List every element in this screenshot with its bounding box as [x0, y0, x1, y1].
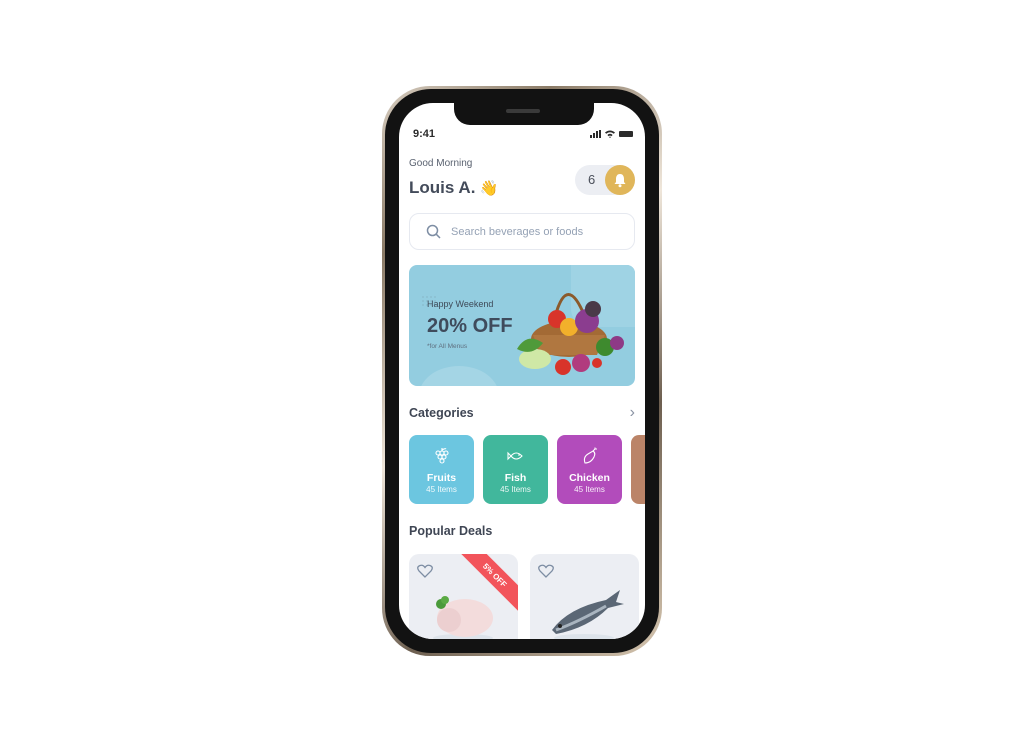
heart-icon[interactable] [417, 564, 433, 578]
category-name: Fish [504, 472, 527, 484]
battery-icon [619, 131, 633, 137]
notification-count: 6 [588, 172, 596, 187]
greeting-text: Good Morning [409, 158, 473, 169]
categories-list: Fruits 45 Items Fish 45 Items Chicken 45… [409, 435, 645, 504]
banner-title: 20% OFF [427, 315, 513, 337]
category-count: 45 Items [574, 485, 605, 494]
wifi-icon [605, 130, 615, 138]
speaker [506, 109, 540, 113]
user-name-text: Louis A. [409, 178, 476, 197]
grapes-icon [434, 446, 450, 466]
chicken-leg-icon [582, 446, 598, 466]
category-name: Chicken [569, 472, 610, 484]
status-time: 9:41 [413, 128, 436, 140]
banner-note: *for All Menus [427, 343, 468, 350]
category-partial[interactable] [631, 435, 645, 504]
wave-emoji: 👋 [479, 180, 499, 197]
app-screen: 9:41 Good Morning Louis A. 👋 6 Search be… [399, 103, 645, 639]
banner-subtitle: Happy Weekend [427, 299, 494, 309]
phone-bezel: 9:41 Good Morning Louis A. 👋 6 Search be… [385, 89, 659, 653]
phone-notch [454, 103, 594, 125]
search-input[interactable] [451, 225, 611, 238]
categories-title: Categories [409, 406, 474, 420]
category-chicken[interactable]: Chicken 45 Items [557, 435, 622, 504]
chicken-image [433, 596, 493, 639]
search-icon [426, 224, 441, 239]
notification-button[interactable]: 6 [575, 165, 635, 195]
category-fish[interactable]: Fish 45 Items [483, 435, 548, 504]
status-bar: 9:41 [413, 127, 633, 141]
status-icons [590, 130, 633, 138]
bell-icon [614, 173, 626, 187]
search-bar[interactable] [409, 213, 635, 250]
signal-icon [590, 130, 601, 138]
category-name: Fruits [426, 472, 457, 484]
category-count: 45 Items [500, 485, 531, 494]
fish-icon [506, 446, 525, 466]
vegetable-basket-image [517, 293, 624, 375]
deal-card-chicken[interactable]: 5% OFF [409, 554, 518, 639]
bell-button[interactable] [605, 165, 635, 195]
deal-card-fish[interactable] [530, 554, 639, 639]
fish-image [552, 590, 624, 639]
heart-icon[interactable] [538, 564, 554, 578]
popular-deals-title: Popular Deals [409, 524, 493, 538]
chevron-right-icon[interactable]: › [630, 404, 635, 422]
promo-banner[interactable]: Happy Weekend 20% OFF *for All Menus [409, 265, 635, 386]
banner-decoration [419, 366, 499, 386]
phone-mockup: 9:41 Good Morning Louis A. 👋 6 Search be… [382, 86, 662, 656]
user-name: Louis A. 👋 [409, 178, 498, 198]
category-fruits[interactable]: Fruits 45 Items [409, 435, 474, 504]
category-count: 45 Items [426, 485, 457, 494]
